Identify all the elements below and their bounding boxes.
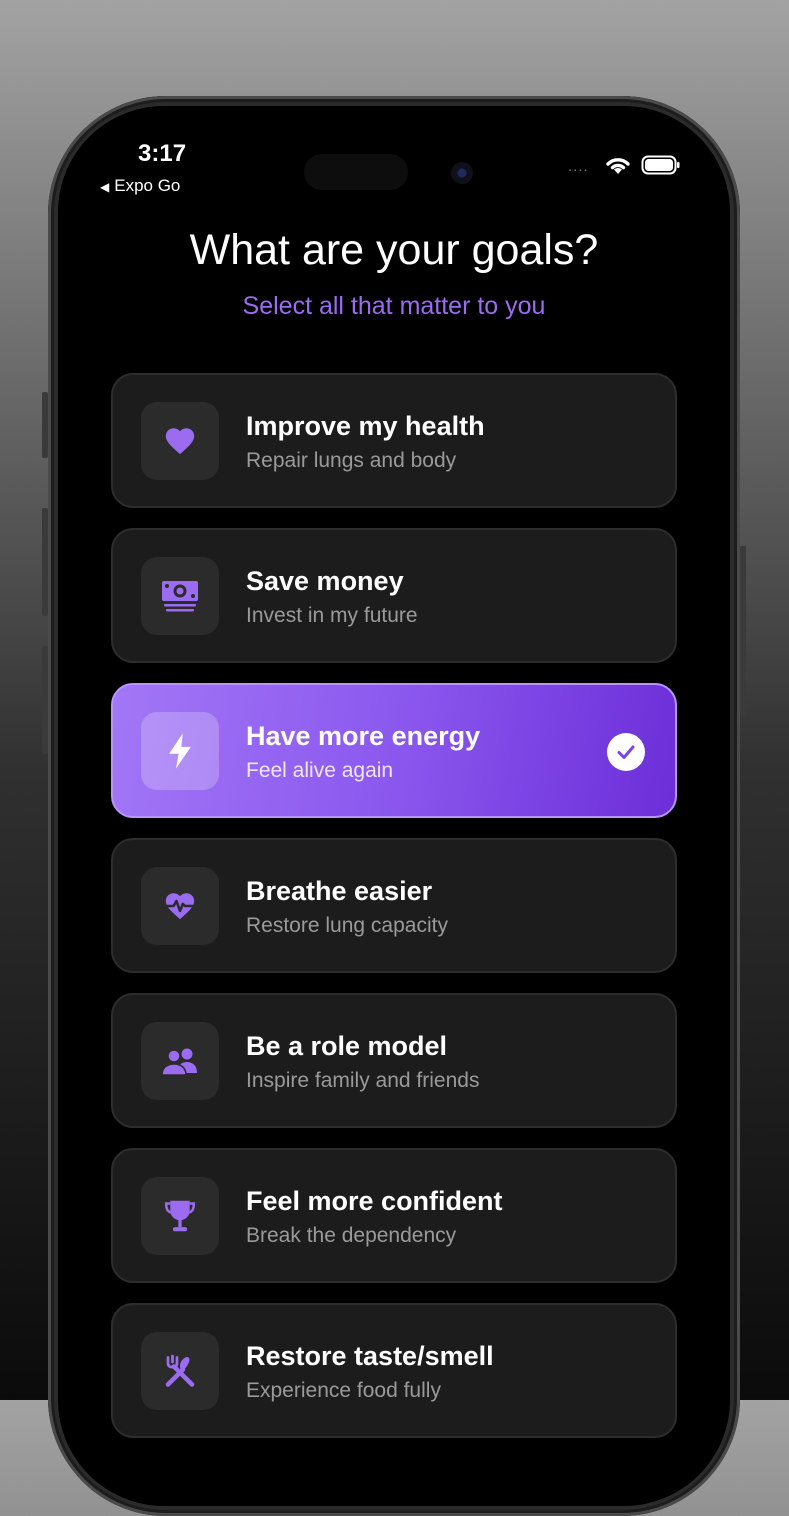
goal-description: Experience food fully: [246, 1379, 441, 1402]
camera-icon: [451, 162, 473, 184]
wifi-icon: [604, 154, 632, 181]
goal-card-health[interactable]: Improve my health Repair lungs and body: [111, 373, 677, 508]
action-button: [42, 392, 48, 458]
goal-description: Restore lung capacity: [246, 914, 448, 937]
goal-card-money[interactable]: Save money Invest in my future: [111, 528, 677, 663]
power-button: [740, 546, 746, 716]
goal-description: Break the dependency: [246, 1224, 457, 1247]
checkmark-icon: [607, 733, 645, 771]
goal-card-confident[interactable]: Feel more confident Break the dependency: [111, 1148, 677, 1283]
dynamic-island: [304, 154, 408, 190]
goal-description: Invest in my future: [246, 604, 418, 627]
trophy-icon: [141, 1177, 219, 1255]
goal-title: Feel more confident: [246, 1186, 503, 1216]
page-subtitle: Select all that matter to you: [242, 292, 546, 320]
volume-up-button: [42, 508, 48, 616]
page-title: What are your goals?: [189, 226, 599, 274]
goal-title: Breathe easier: [246, 876, 433, 906]
goal-card-taste[interactable]: Restore taste/smell Experience food full…: [111, 1303, 677, 1438]
goal-title: Improve my health: [246, 411, 485, 441]
phone-screen: 3:17 ◀ Expo Go .... What are your goals? …: [58, 106, 730, 1506]
goals-list: Improve my health Repair lungs and body …: [111, 373, 677, 1458]
goal-description: Feel alive again: [246, 759, 394, 782]
goal-title: Be a role model: [246, 1031, 448, 1061]
heart-icon: [141, 402, 219, 480]
money-icon: [141, 557, 219, 635]
goal-card-breathe[interactable]: Breathe easier Restore lung capacity: [111, 838, 677, 973]
back-app-label: Expo Go: [114, 176, 181, 195]
status-time: 3:17: [138, 140, 187, 167]
goal-card-energy[interactable]: Have more energy Feel alive again: [111, 683, 677, 818]
lightning-icon: [141, 712, 219, 790]
back-arrow-icon: ◀: [100, 180, 110, 194]
goal-title: Restore taste/smell: [246, 1341, 494, 1371]
goal-description: Repair lungs and body: [246, 449, 457, 472]
back-to-app-link[interactable]: ◀ Expo Go: [100, 176, 180, 196]
goal-title: Save money: [246, 566, 404, 596]
goal-title: Have more energy: [246, 721, 481, 751]
volume-down-button: [42, 646, 48, 754]
goal-card-role-model[interactable]: Be a role model Inspire family and frien…: [111, 993, 677, 1128]
utensils-icon: [141, 1332, 219, 1410]
heart-pulse-icon: [141, 867, 219, 945]
people-icon: [141, 1022, 219, 1100]
battery-icon: [641, 154, 681, 181]
goal-description: Inspire family and friends: [246, 1069, 480, 1092]
cellular-signal-icon: ....: [568, 158, 589, 175]
status-bar: 3:17 ◀ Expo Go ....: [58, 106, 730, 216]
